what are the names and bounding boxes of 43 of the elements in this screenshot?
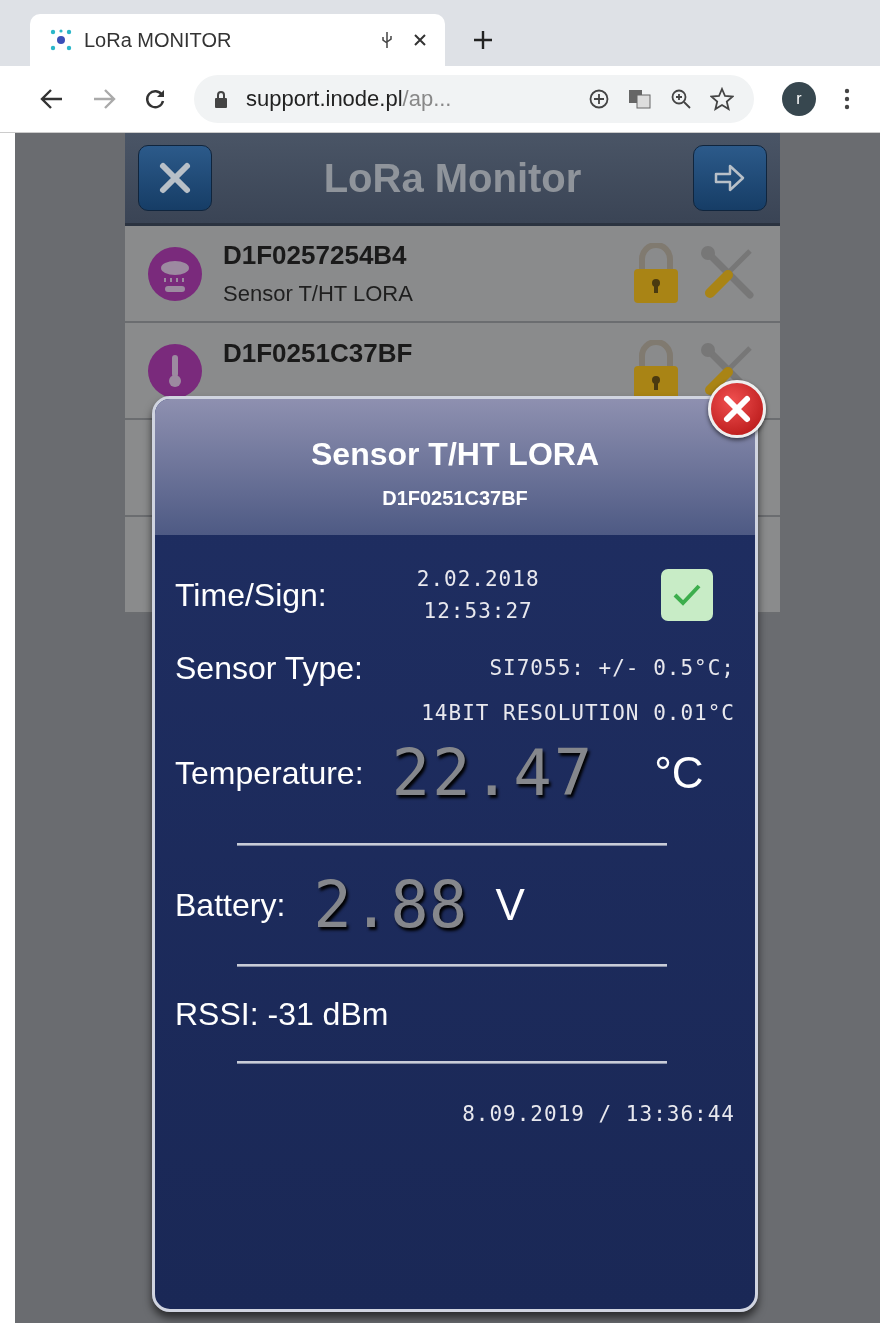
close-icon — [722, 394, 752, 424]
new-tab-icon[interactable] — [473, 30, 493, 50]
add-icon[interactable] — [588, 88, 610, 110]
field-label: Time/Sign: — [175, 576, 327, 614]
app-title: LoRa Monitor — [323, 155, 582, 201]
lock-icon — [214, 90, 228, 108]
address-bar[interactable]: support.inode.pl/ap... — [194, 75, 754, 123]
dialog-title: Sensor T/HT LORA — [311, 436, 599, 473]
tab-title: LoRa MONITOR — [84, 28, 233, 52]
star-icon[interactable] — [710, 87, 734, 111]
dialog-subtitle: D1F0251C37BF — [382, 487, 528, 510]
sensor-type-value: SI7055: +/- 0.5°C; — [489, 656, 735, 680]
field-label: Temperature: — [175, 754, 364, 792]
check-icon — [672, 583, 702, 607]
battery-unit: V — [495, 880, 525, 930]
sign-date: 2.02.2018 — [416, 567, 540, 591]
rssi-text: RSSI: -31 dBm — [175, 995, 389, 1033]
close-icon[interactable] — [413, 33, 427, 47]
sensor-resolution: 14BIT RESOLUTION 0.01°C — [421, 701, 735, 725]
sign-time: 12:53:27 — [423, 599, 533, 623]
translate-icon[interactable] — [628, 88, 652, 110]
device-row[interactable]: D1F0257254B4 Sensor T/HT LORA — [125, 226, 780, 323]
update-timestamp: 8.09.2019 / 13:36:44 — [462, 1102, 735, 1126]
field-label: Battery: — [175, 886, 286, 924]
back-icon[interactable] — [40, 88, 64, 110]
network-icon — [50, 29, 72, 51]
menu-icon[interactable] — [844, 88, 850, 110]
battery-value: 2.88 — [313, 868, 468, 942]
url-text: support.inode.pl/ap... — [246, 86, 453, 112]
device-id: D1F0257254B4 — [223, 240, 408, 271]
zoom-icon[interactable] — [670, 88, 692, 110]
settings-button[interactable] — [138, 145, 212, 211]
device-id: D1F0251C37BF — [223, 337, 414, 369]
temperature-unit: °C — [654, 748, 704, 798]
field-label: Sensor Type: — [175, 649, 363, 687]
device-type: Sensor T/HT LORA — [223, 281, 414, 307]
browser-tab[interactable]: LoRa MONITOR — [30, 14, 445, 66]
usb-icon — [381, 31, 393, 49]
reload-icon[interactable] — [144, 88, 166, 110]
profile-avatar[interactable]: r — [782, 82, 816, 116]
temperature-value: 22.47 — [391, 736, 595, 810]
padlock-icon — [632, 242, 680, 305]
logout-button[interactable] — [693, 145, 767, 211]
